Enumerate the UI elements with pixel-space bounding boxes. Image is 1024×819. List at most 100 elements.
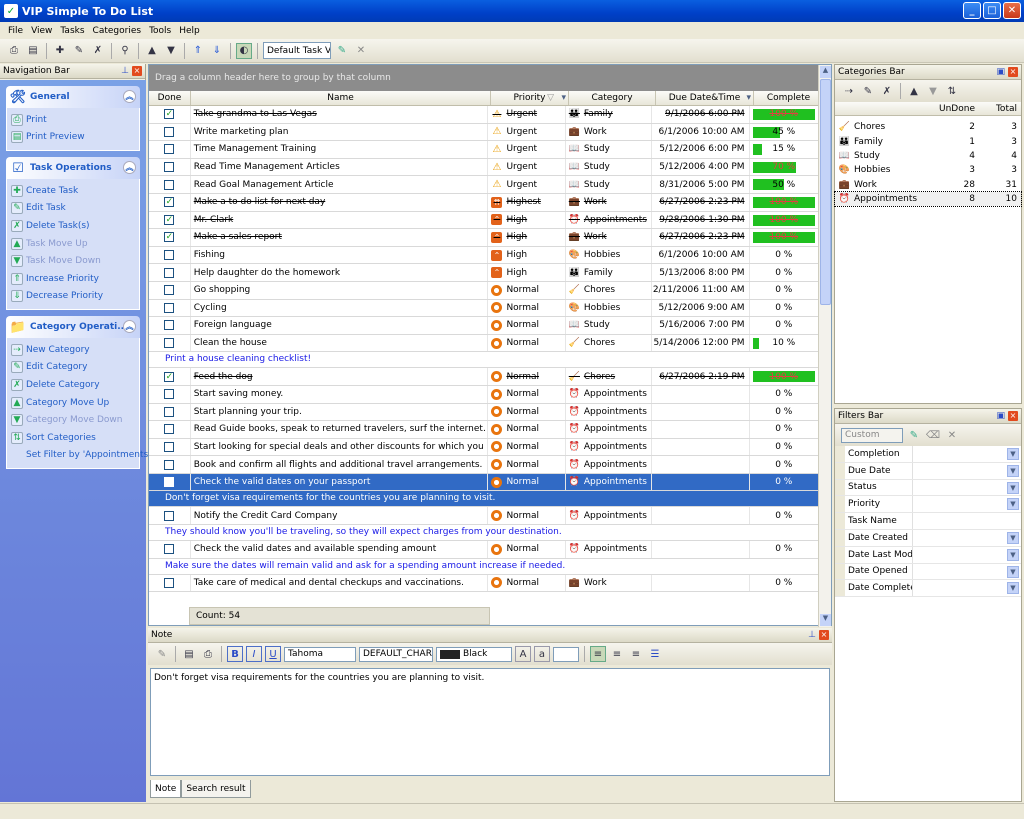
apply-view-icon[interactable]: ✎ — [334, 43, 350, 59]
scroll-thumb[interactable] — [820, 79, 831, 305]
filter-value[interactable]: ▼ — [913, 580, 1021, 596]
pin-icon[interactable]: ⊥ — [121, 66, 129, 76]
sort-categories-icon[interactable]: ⇅ — [944, 83, 960, 99]
done-checkbox[interactable] — [164, 144, 175, 155]
note-editor[interactable]: Don't forget visa requirements for the c… — [150, 668, 830, 776]
column-header-complete[interactable]: Complete — [754, 91, 824, 105]
table-row[interactable]: Go shopping Normal 🧹 Chores 2/11/2006 11:00 … — [149, 281, 819, 300]
task-name[interactable]: Check the valid dates on your passport — [191, 473, 489, 491]
table-row[interactable]: Book and confirm all flights and additio… — [149, 456, 819, 474]
view-select[interactable]: Default Task View — [263, 42, 331, 59]
table-row[interactable]: Time Management Training ⚠ Urgent 📖 Study 5/1… — [149, 141, 819, 159]
filter-value[interactable]: ▼ — [913, 446, 1021, 462]
tab-note[interactable]: Note — [150, 780, 182, 798]
column-header-due[interactable]: Due Date&Time ▾ — [656, 91, 754, 105]
nav-item[interactable]: ⇓ Decrease Priority — [11, 288, 139, 306]
edit-note-icon[interactable]: ✎ — [154, 646, 170, 662]
filter-value[interactable]: ▼ — [913, 564, 1021, 580]
scroll-down-icon[interactable]: ▼ — [820, 614, 831, 626]
task-name[interactable]: Read Goal Management Article — [191, 176, 489, 193]
filter-row[interactable]: Date Opened ▼ — [835, 563, 1021, 581]
collapse-icon[interactable]: ︽ — [123, 90, 136, 103]
delete-category-icon[interactable]: ✗ — [879, 83, 895, 99]
task-name[interactable]: Go shopping — [191, 281, 489, 299]
apply-filter-icon[interactable]: ✎ — [906, 427, 922, 443]
done-checkbox[interactable]: ✓ — [164, 214, 175, 225]
table-row[interactable]: Notify the Credit Card Company Normal ⏰ App… — [149, 507, 819, 526]
task-name[interactable]: Make a to do list for next day — [191, 193, 489, 211]
delete-task-icon[interactable]: ✗ — [90, 43, 106, 59]
done-checkbox[interactable] — [164, 179, 175, 190]
task-name[interactable]: Foreign language — [191, 317, 489, 334]
menu-view[interactable]: View — [27, 26, 56, 36]
view-icon[interactable]: ◐ — [236, 42, 252, 59]
task-name[interactable]: Fishing — [191, 246, 489, 264]
dock-icon[interactable]: ▣ — [996, 411, 1005, 421]
table-row[interactable]: ✓ Mr. Clark ⌃ High ⏰ Appointments 9/28/2006 1:… — [149, 211, 819, 230]
done-checkbox[interactable] — [164, 459, 175, 470]
done-checkbox[interactable]: ✓ — [164, 109, 175, 120]
clear-view-icon[interactable]: ✕ — [353, 43, 369, 59]
create-task-icon[interactable]: ✚ — [52, 43, 68, 59]
filter-value[interactable]: ▼ — [913, 480, 1021, 496]
scroll-up-icon[interactable]: ▲ — [820, 66, 831, 78]
nav-item[interactable]: ⎙ Print — [11, 111, 139, 129]
pin-icon[interactable]: ⊥ — [808, 630, 816, 640]
categories-header-name[interactable] — [835, 102, 931, 115]
task-name[interactable]: Clean the house — [191, 334, 489, 352]
category-down-icon[interactable]: ▼ — [925, 83, 941, 99]
tab-search-result[interactable]: Search result — [181, 780, 251, 798]
table-row[interactable]: Take care of medical and dental checkups… — [149, 574, 819, 593]
table-row[interactable]: Clean the house Normal 🧹 Chores 5/14/2006 12… — [149, 334, 819, 353]
done-checkbox[interactable]: ✓ — [164, 232, 175, 243]
print-icon[interactable]: ⎙ — [6, 43, 22, 59]
task-name[interactable]: Time Management Training — [191, 141, 489, 158]
done-checkbox[interactable] — [164, 162, 175, 173]
size-select[interactable] — [553, 646, 579, 662]
chevron-down-icon[interactable]: ▼ — [1007, 565, 1019, 578]
table-row[interactable]: Read Guide books, speak to returned trav… — [149, 421, 819, 439]
filter-row[interactable]: Completion ▼ — [835, 446, 1021, 463]
task-name[interactable]: Read Guide books, speak to returned trav… — [191, 421, 489, 438]
done-checkbox[interactable]: ✓ — [164, 371, 175, 382]
menu-file[interactable]: File — [4, 26, 27, 36]
task-name[interactable]: Make a sales report — [191, 229, 489, 246]
chevron-down-icon[interactable]: ▼ — [1007, 448, 1019, 460]
table-row[interactable]: Read Goal Management Article ⚠ Urgent 📖 Stud… — [149, 176, 819, 194]
group-task-operations-header[interactable]: ☑ Task Operations ︽ — [6, 157, 140, 179]
task-name[interactable]: Book and confirm all flights and additio… — [191, 456, 489, 473]
dock-icon[interactable]: ▣ — [996, 67, 1005, 77]
clear-filter-icon[interactable]: ⌫ — [925, 427, 941, 443]
column-header-name[interactable]: Name — [191, 91, 491, 105]
decrease-priority-icon[interactable]: ⇓ — [209, 43, 225, 59]
nav-item[interactable]: Set Filter by 'Appointments' — [11, 447, 151, 465]
menu-categories[interactable]: Categories — [89, 26, 146, 36]
menu-help[interactable]: Help — [175, 26, 204, 36]
nav-item[interactable]: ⇢ New Category — [11, 341, 139, 359]
nav-item[interactable]: ✚ Create Task — [11, 182, 139, 200]
table-row[interactable]: Check the valid dates on your passport No… — [149, 473, 819, 492]
filter-value[interactable] — [913, 513, 1021, 529]
color-select[interactable]: Black — [436, 646, 512, 662]
find-icon[interactable]: ⚲ — [117, 43, 133, 59]
categories-header-undone[interactable]: UnDone — [931, 102, 979, 115]
print-icon[interactable]: ⎙ — [200, 646, 216, 662]
chevron-down-icon[interactable]: ▼ — [1007, 464, 1019, 477]
save-icon[interactable]: ▤ — [181, 646, 197, 662]
task-name[interactable]: Feed the dog — [191, 368, 489, 385]
align-left-icon[interactable]: ≡ — [590, 646, 606, 662]
collapse-icon[interactable]: ︽ — [123, 320, 136, 333]
task-name[interactable]: Notify the Credit Card Company — [191, 507, 489, 525]
done-checkbox[interactable] — [164, 577, 175, 588]
done-checkbox[interactable] — [164, 477, 175, 488]
task-name[interactable]: Help daughter do the homework — [191, 264, 489, 281]
nav-item[interactable]: ⇑ Increase Priority — [11, 270, 139, 288]
filter-row[interactable]: Date Completed ▼ — [835, 580, 1021, 598]
edit-task-icon[interactable]: ✎ — [71, 43, 87, 59]
nav-item[interactable]: ✗ Delete Task(s) — [11, 217, 139, 235]
table-row[interactable]: Foreign language Normal 📖 Study 5/16/2006 7:… — [149, 317, 819, 335]
filter-row[interactable]: Status ▼ — [835, 479, 1021, 497]
chevron-down-icon[interactable]: ▼ — [1007, 548, 1019, 561]
table-row[interactable]: Help daughter do the homework ⌃ High 👪 Famil… — [149, 264, 819, 282]
grow-font-icon[interactable]: A — [515, 646, 531, 662]
